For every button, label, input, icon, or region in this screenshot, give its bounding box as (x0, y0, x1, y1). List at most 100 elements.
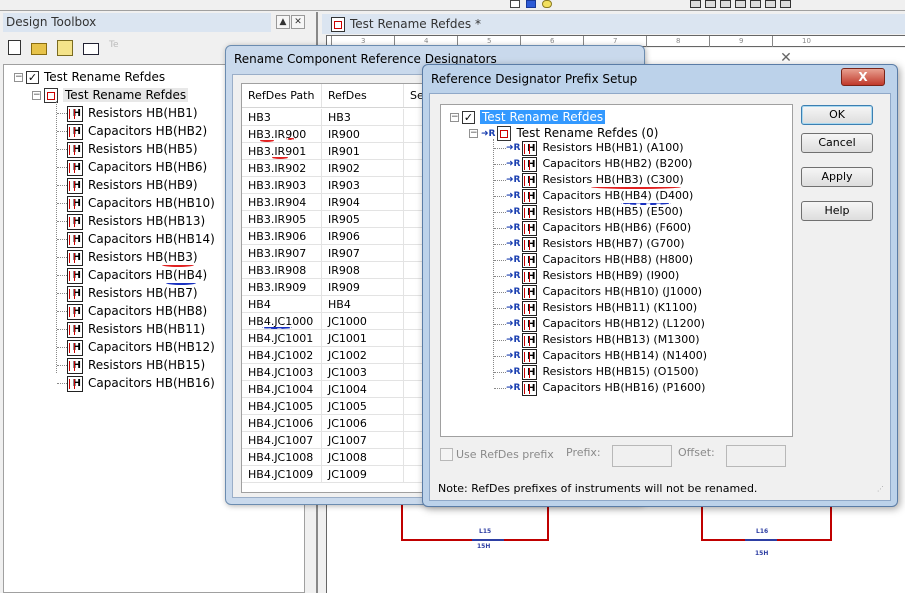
refdes-cell[interactable]: IR906 (322, 228, 404, 244)
text-icon[interactable]: Te (109, 40, 123, 56)
prefix-tree-item[interactable]: ➜R H Resistors HB(HB5) (E500) (506, 204, 683, 220)
refdes-path-cell[interactable]: HB4.JC1008 (242, 449, 322, 465)
refdes-path-cell[interactable]: HB3.IR900 (242, 126, 322, 142)
column-header-refdes-path[interactable]: RefDes Path (242, 84, 322, 107)
ok-button[interactable]: OK (801, 105, 873, 125)
help-button[interactable]: Help (801, 201, 873, 221)
refdes-path-cell[interactable]: HB3.IR904 (242, 194, 322, 210)
refdes-cell[interactable]: IR909 (322, 279, 404, 295)
export-icon[interactable] (83, 43, 99, 55)
refdes-path-cell[interactable]: HB4.JC1002 (242, 347, 322, 363)
prefix-tree-item[interactable]: ➜R H Resistors HB(HB1) (A100) (506, 140, 684, 156)
apply-button[interactable]: Apply (801, 167, 873, 187)
refdes-cell[interactable]: JC1004 (322, 381, 404, 397)
refdes-path-cell[interactable]: HB4 (242, 296, 322, 312)
refdes-cell[interactable]: JC1009 (322, 466, 404, 482)
refdes-cell[interactable]: JC1002 (322, 347, 404, 363)
prefix-tree[interactable]: − ✓ Test Rename Refdes − ➜R Test Rename Refd… (440, 104, 793, 437)
refdes-cell[interactable]: JC1006 (322, 415, 404, 431)
refdes-path-cell[interactable]: HB3 (242, 109, 322, 125)
cancel-button[interactable]: Cancel (801, 133, 873, 153)
zoom-icon[interactable] (720, 0, 731, 8)
grid-icon[interactable] (735, 0, 746, 8)
refdes-cell[interactable]: HB4 (322, 296, 404, 312)
prefix-tree-item[interactable]: ➜R H Capacitors HB(HB8) (H800) (506, 252, 693, 268)
refdes-cell[interactable]: IR908 (322, 262, 404, 278)
offset-input[interactable] (726, 445, 786, 467)
toolbox-close-button[interactable]: ✕ (291, 15, 305, 29)
resize-grip[interactable]: ⋰ (877, 486, 887, 497)
use-refdes-prefix-checkbox[interactable] (440, 448, 453, 461)
tree-item[interactable]: H Resistors HB(HB1) (67, 104, 198, 122)
save-icon[interactable] (57, 40, 73, 56)
refdes-cell[interactable]: IR903 (322, 177, 404, 193)
new-design-icon[interactable] (8, 40, 21, 55)
prefix-dialog-close-button[interactable]: X (841, 68, 885, 86)
refdes-path-cell[interactable]: HB3.IR906 (242, 228, 322, 244)
yellow-shape-icon[interactable] (542, 0, 552, 8)
tree-item[interactable]: H Capacitors HB(HB12) (67, 338, 215, 356)
prefix-tree-item[interactable]: ➜R H Capacitors HB(HB10) (J1000) (506, 284, 702, 300)
refdes-cell[interactable]: IR904 (322, 194, 404, 210)
refdes-cell[interactable]: IR900 (322, 126, 404, 142)
tree-item[interactable]: H Resistors HB(HB9) (67, 176, 198, 194)
prefix-tree-item[interactable]: ➜R H Resistors HB(HB11) (K1100) (506, 300, 697, 316)
prefix-tree-item[interactable]: ➜R H Resistors HB(HB9) (I900) (506, 268, 679, 284)
refdes-cell[interactable]: IR905 (322, 211, 404, 227)
tree-item[interactable]: H Capacitors HB(HB6) (67, 158, 207, 176)
refdes-path-cell[interactable]: HB4.JC1004 (242, 381, 322, 397)
open-folder-icon[interactable] (31, 43, 47, 55)
collapse-icon[interactable]: − (14, 73, 23, 82)
refdes-cell[interactable]: JC1003 (322, 364, 404, 380)
tree-root[interactable]: − ✓ Test Rename Refdes (14, 68, 165, 86)
tree-item[interactable]: H Resistors HB(HB7) (67, 284, 198, 302)
window-icon[interactable] (750, 0, 761, 8)
tree-item[interactable]: H Capacitors HB(HB14) (67, 230, 215, 248)
prefix-tree-item[interactable]: ➜R H Capacitors HB(HB6) (F600) (506, 220, 691, 236)
prefix-tree-item[interactable]: ➜R H Capacitors HB(HB16) (P1600) (506, 380, 705, 396)
layout-icon[interactable] (765, 0, 776, 8)
prefix-tree-item[interactable]: ➜R H Capacitors HB(HB14) (N1400) (506, 348, 707, 364)
refdes-path-cell[interactable]: HB3.IR909 (242, 279, 322, 295)
refdes-path-cell[interactable]: HB4.JC1006 (242, 415, 322, 431)
tree-item[interactable]: H Capacitors HB(HB10) (67, 194, 215, 212)
schematic-tab[interactable]: Test Rename Refdes * (322, 14, 905, 34)
refdes-cell[interactable]: JC1005 (322, 398, 404, 414)
refdes-path-cell[interactable]: HB3.IR908 (242, 262, 322, 278)
collapse-icon[interactable]: − (450, 113, 459, 122)
tree-item[interactable]: H Resistors HB(HB11) (67, 320, 205, 338)
new-sheet-icon[interactable] (510, 0, 520, 8)
prefix-tree-item[interactable]: ➜R H Resistors HB(HB15) (O1500) (506, 364, 699, 380)
refdes-cell[interactable]: IR907 (322, 245, 404, 261)
tree-item[interactable]: H Resistors HB(HB5) (67, 140, 198, 158)
refdes-cell[interactable]: JC1000 (322, 313, 404, 329)
tree-item[interactable]: H Capacitors HB(HB2) (67, 122, 207, 140)
refdes-path-cell[interactable]: HB4.JC1009 (242, 466, 322, 482)
refdes-cell[interactable]: JC1007 (322, 432, 404, 448)
tree-item[interactable]: H Resistors HB(HB15) (67, 356, 205, 374)
print-preview-icon[interactable] (705, 0, 716, 8)
print-icon[interactable] (690, 0, 701, 8)
toolbox-minimize-button[interactable]: ▲ (276, 15, 290, 29)
refdes-path-cell[interactable]: HB4.JC1007 (242, 432, 322, 448)
column-header-refdes[interactable]: RefDes (322, 84, 404, 107)
refdes-cell[interactable]: JC1001 (322, 330, 404, 346)
tree-item[interactable]: H Capacitors HB(HB8) (67, 302, 207, 320)
collapse-icon[interactable]: − (469, 129, 478, 138)
refdes-cell[interactable]: IR901 (322, 143, 404, 159)
refdes-path-cell[interactable]: HB3.IR902 (242, 160, 322, 176)
tree-item[interactable]: H Capacitors HB(HB16) (67, 374, 215, 392)
refdes-path-cell[interactable]: HB3.IR905 (242, 211, 322, 227)
prefix-tree-item[interactable]: ➜R H Capacitors HB(HB12) (L1200) (506, 316, 705, 332)
refdes-cell[interactable]: HB3 (322, 109, 404, 125)
collapse-icon[interactable]: − (32, 91, 41, 100)
refdes-path-cell[interactable]: HB3.IR903 (242, 177, 322, 193)
prefix-tree-item[interactable]: ➜R H Capacitors HB(HB2) (B200) (506, 156, 692, 172)
refdes-cell[interactable]: JC1008 (322, 449, 404, 465)
refdes-path-cell[interactable]: HB4.JC1003 (242, 364, 322, 380)
panel-icon[interactable] (780, 0, 791, 8)
refdes-path-cell[interactable]: HB3.IR907 (242, 245, 322, 261)
prefix-tree-item[interactable]: ➜R H Resistors HB(HB13) (M1300) (506, 332, 700, 348)
refdes-path-cell[interactable]: HB4.JC1005 (242, 398, 322, 414)
prefix-tree-item[interactable]: ➜R H Resistors HB(HB7) (G700) (506, 236, 685, 252)
